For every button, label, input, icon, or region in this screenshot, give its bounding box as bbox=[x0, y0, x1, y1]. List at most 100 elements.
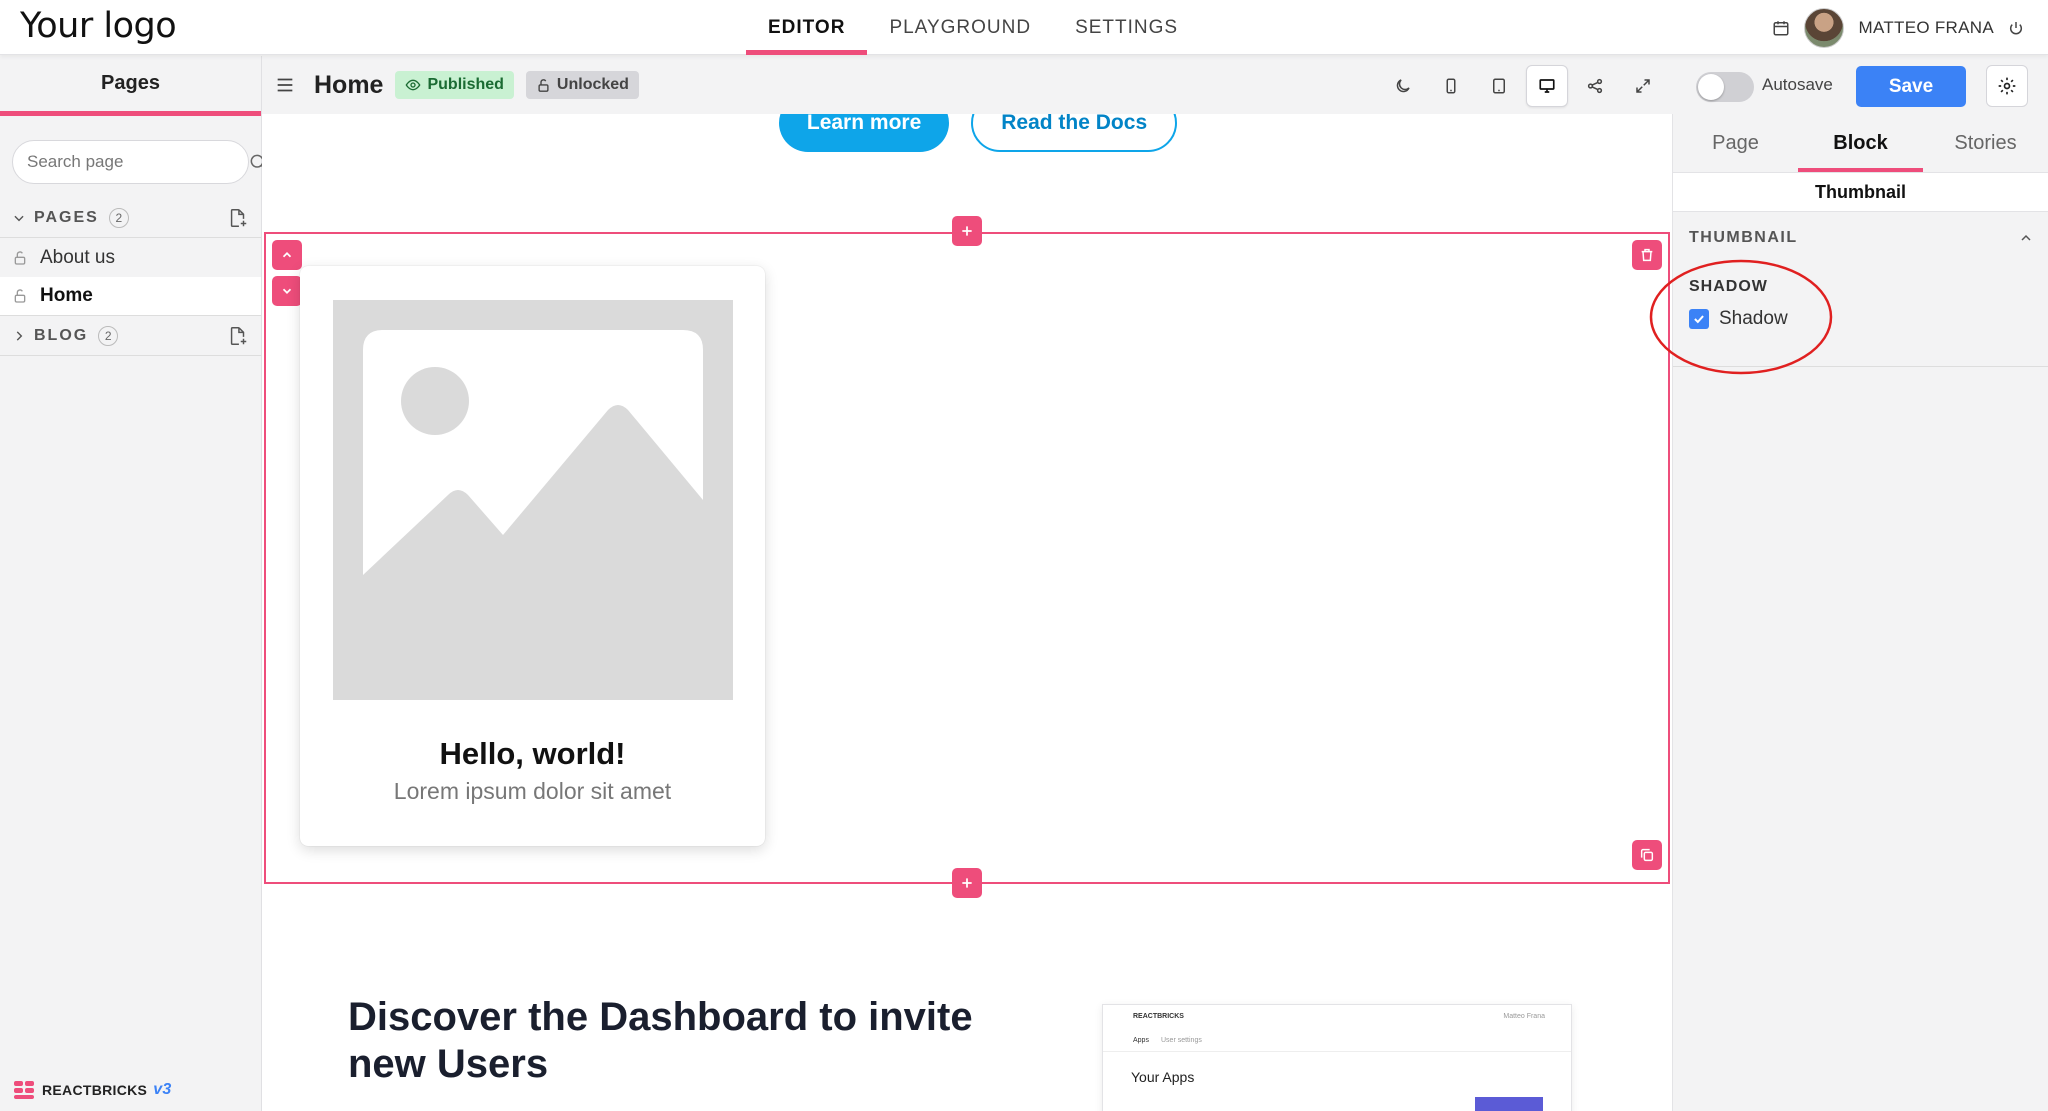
pages-sidebar: Pages PAGES 2 About us Home BLOG 2 bbox=[0, 56, 267, 1111]
plus-icon bbox=[962, 878, 972, 888]
chevron-down-icon bbox=[282, 288, 292, 294]
mini-tab-user-settings: User settings bbox=[1161, 1037, 1202, 1044]
add-block-below-button[interactable] bbox=[952, 868, 982, 898]
editor-canvas: Learn more Read the Docs Hello, world! L… bbox=[262, 114, 1672, 1111]
section-blog[interactable]: BLOG 2 bbox=[0, 316, 261, 356]
tab-page[interactable]: Page bbox=[1673, 114, 1798, 172]
user-area: MATTEO FRANA bbox=[1772, 8, 2024, 48]
section-label: BLOG bbox=[34, 326, 89, 344]
chevron-up-icon bbox=[282, 252, 292, 258]
discover-title[interactable]: Discover the Dashboard to invite new Use… bbox=[348, 994, 1048, 1088]
chevron-down-icon[interactable] bbox=[12, 211, 26, 225]
avatar[interactable] bbox=[1804, 8, 1845, 48]
read-docs-button[interactable]: Read the Docs bbox=[971, 114, 1178, 152]
delete-block-button[interactable] bbox=[1632, 240, 1662, 270]
autosave-toggle[interactable] bbox=[1696, 72, 1754, 102]
device-bar bbox=[1382, 65, 1664, 107]
section-title: THUMBNAIL bbox=[1689, 229, 1798, 246]
brand-version: v3 bbox=[153, 1081, 172, 1098]
duplicate-icon bbox=[1640, 848, 1654, 862]
shadow-checkbox[interactable] bbox=[1689, 309, 1709, 329]
sidebar-item-home[interactable]: Home bbox=[0, 277, 261, 316]
thumbnail-card[interactable]: Hello, world! Lorem ipsum dolor sit amet bbox=[300, 266, 765, 846]
shadow-field-label: SHADOW bbox=[1689, 278, 1768, 295]
unlock-icon bbox=[538, 78, 549, 92]
move-down-button[interactable] bbox=[272, 276, 302, 306]
trash-icon bbox=[1641, 248, 1653, 262]
thumbnail-section: THUMBNAIL SHADOW Shadow bbox=[1673, 212, 2048, 367]
card-title[interactable]: Hello, world! bbox=[300, 736, 765, 772]
shadow-checkbox-row[interactable]: Shadow bbox=[1689, 308, 2048, 330]
move-up-button[interactable] bbox=[272, 240, 302, 270]
plus-icon bbox=[962, 226, 972, 236]
check-icon bbox=[1694, 315, 1704, 324]
add-page-icon[interactable] bbox=[227, 325, 249, 347]
tab-stories[interactable]: Stories bbox=[1923, 114, 2048, 172]
section-pages[interactable]: PAGES 2 bbox=[0, 198, 261, 238]
mobile-icon bbox=[1446, 78, 1456, 94]
desktop-view-button[interactable] bbox=[1526, 65, 1568, 107]
duplicate-block-button[interactable] bbox=[1632, 840, 1662, 870]
editor-toolbar: Home Published Unlocked Autosave Save bbox=[262, 56, 2048, 114]
dark-mode-button[interactable] bbox=[1382, 65, 1424, 107]
save-button[interactable]: Save bbox=[1856, 66, 1966, 107]
hamburger-menu-icon[interactable] bbox=[274, 74, 296, 96]
add-page-icon[interactable] bbox=[227, 207, 249, 229]
fullscreen-icon bbox=[1636, 79, 1650, 93]
top-nav: EDITOR PLAYGROUND SETTINGS bbox=[746, 0, 1200, 55]
cta-row: Learn more Read the Docs bbox=[262, 114, 1672, 152]
app-logo[interactable]: Your logo bbox=[20, 6, 177, 46]
moon-icon bbox=[1396, 79, 1410, 93]
power-icon[interactable] bbox=[2008, 20, 2024, 36]
reactbricks-brand: REACTBRICKS v3 bbox=[14, 1081, 172, 1099]
chevron-up-icon[interactable] bbox=[2018, 230, 2034, 246]
search-input[interactable] bbox=[27, 152, 248, 172]
tab-block[interactable]: Block bbox=[1798, 114, 1923, 172]
image-placeholder[interactable] bbox=[333, 300, 733, 700]
tab-settings[interactable]: SETTINGS bbox=[1053, 0, 1200, 55]
gear-icon bbox=[1998, 77, 2016, 95]
top-bar: Your logo EDITOR PLAYGROUND SETTINGS MAT… bbox=[0, 0, 2048, 55]
block-name: Thumbnail bbox=[1673, 172, 2048, 212]
mini-brand: REACTBRICKS bbox=[1133, 1013, 1184, 1020]
properties-panel: Page Block Stories Thumbnail THUMBNAIL S… bbox=[1672, 114, 2048, 1111]
fullscreen-button[interactable] bbox=[1622, 65, 1664, 107]
settings-button[interactable] bbox=[1986, 65, 2028, 107]
card-text[interactable]: Lorem ipsum dolor sit amet bbox=[300, 778, 765, 805]
unlock-icon bbox=[12, 250, 28, 266]
mini-add-button bbox=[1475, 1097, 1543, 1111]
sidebar-item-label: Home bbox=[40, 285, 93, 306]
brand-name: REACTBRICKS bbox=[42, 1082, 148, 1098]
add-block-above-button[interactable] bbox=[952, 216, 982, 246]
search-box bbox=[12, 140, 267, 184]
chevron-right-icon[interactable] bbox=[12, 329, 26, 343]
eye-icon bbox=[406, 79, 421, 91]
tablet-view-button[interactable] bbox=[1478, 65, 1520, 107]
tab-playground[interactable]: PLAYGROUND bbox=[867, 0, 1053, 55]
section-header[interactable]: THUMBNAIL bbox=[1673, 212, 2048, 264]
sidebar-item-label: About us bbox=[40, 246, 115, 268]
sidebar-item-about-us[interactable]: About us bbox=[0, 238, 261, 277]
lock-badge-label: Unlocked bbox=[556, 76, 629, 93]
image-placeholder-icon bbox=[333, 300, 733, 700]
lock-badge[interactable]: Unlocked bbox=[525, 71, 639, 99]
page-title: Home bbox=[314, 70, 384, 99]
reactbricks-logo-icon bbox=[14, 1081, 36, 1099]
tab-editor[interactable]: EDITOR bbox=[746, 0, 868, 55]
desktop-icon bbox=[1539, 79, 1555, 93]
section-label: PAGES bbox=[34, 208, 99, 226]
share-button[interactable] bbox=[1574, 65, 1616, 107]
mobile-view-button[interactable] bbox=[1430, 65, 1472, 107]
mini-divider bbox=[1103, 1051, 1571, 1052]
mini-title: Your Apps bbox=[1131, 1069, 1195, 1085]
learn-more-button[interactable]: Learn more bbox=[778, 114, 950, 152]
calendar-icon[interactable] bbox=[1772, 19, 1790, 37]
user-name: MATTEO FRANA bbox=[1858, 18, 1994, 37]
mini-user: Matteo Frana bbox=[1503, 1013, 1545, 1020]
autosave-label: Autosave bbox=[1762, 75, 1833, 94]
panel-tabs: Page Block Stories bbox=[1673, 114, 2048, 172]
shadow-checkbox-label: Shadow bbox=[1719, 308, 1788, 329]
section-count: 2 bbox=[98, 325, 119, 346]
status-badge[interactable]: Published bbox=[395, 71, 514, 99]
status-badge-label: Published bbox=[427, 76, 504, 93]
